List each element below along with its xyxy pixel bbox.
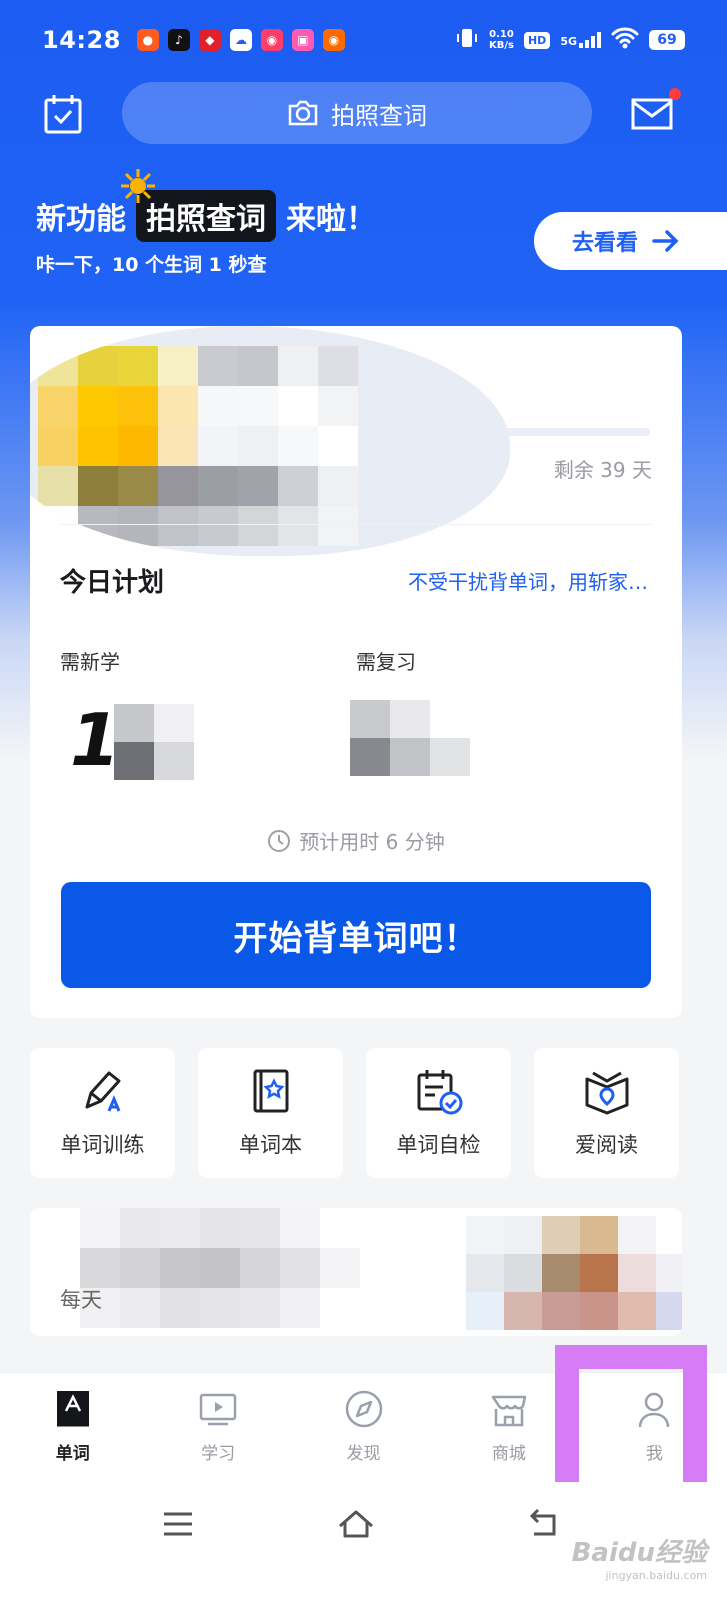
checkin-calendar-button[interactable] bbox=[42, 92, 86, 136]
bottom-navigation: 单词 学习 发现 商城 我 bbox=[0, 1372, 727, 1482]
card-divider bbox=[60, 524, 652, 525]
sparkle-icon bbox=[121, 169, 155, 203]
review-words-blur bbox=[350, 700, 470, 776]
unread-dot bbox=[669, 88, 681, 100]
vibrate-icon bbox=[455, 26, 479, 54]
status-bar: 14:28 ● ♪ ◆ ☁ ◉ ▣ ◉ 0.10 KB/s HD 5G 69 bbox=[0, 0, 727, 80]
study-plan-card: 剩余 39 天 今日计划 不受干扰背单词，用斩家… 需新学 需复习 1 预计用时… bbox=[30, 326, 682, 1018]
nav-words[interactable]: 单词 bbox=[0, 1373, 145, 1482]
play-screen-icon bbox=[199, 1393, 237, 1426]
review-words-label: 需复习 bbox=[356, 650, 416, 674]
menu-icon[interactable] bbox=[158, 1504, 198, 1544]
photo-lookup-button[interactable]: 拍照查词 bbox=[122, 82, 592, 144]
promo-banner[interactable]: 新功能 拍照查词 来啦！ 咔一下，10 个生词 1 秒查 去看看 bbox=[36, 169, 727, 290]
promo-card[interactable]: 每天 bbox=[30, 1208, 682, 1336]
tiktok-notification-icon: ♪ bbox=[167, 29, 190, 51]
photo-lookup-label: 拍照查词 bbox=[331, 101, 427, 130]
nav-me[interactable]: 我 bbox=[582, 1373, 727, 1482]
new-words-label: 需新学 bbox=[60, 650, 120, 674]
baidu-watermark: Baidu经验 jingyan.baidu.com bbox=[571, 1538, 707, 1582]
feature-love-reading[interactable]: 爱阅读 bbox=[534, 1048, 679, 1178]
star-book-icon bbox=[253, 1069, 288, 1113]
estimated-time: 预计用时 6 分钟 bbox=[30, 826, 682, 855]
calendar-check-icon bbox=[44, 95, 82, 134]
app-notification-icon: ● bbox=[136, 29, 159, 51]
app-notification-icon: ▣ bbox=[291, 29, 314, 51]
net-speed: 0.10 KB/s bbox=[488, 29, 514, 51]
new-words-count: 1 bbox=[70, 698, 121, 782]
blurred-book-info bbox=[30, 326, 510, 556]
clock-icon bbox=[268, 829, 291, 852]
pencil-a-icon bbox=[85, 1071, 120, 1112]
promo-suffix: 来啦！ bbox=[286, 202, 376, 237]
system-navigation-bar: Baidu经验 jingyan.baidu.com bbox=[0, 1482, 727, 1600]
status-time: 14:28 bbox=[42, 26, 121, 54]
go-see-button[interactable]: 去看看 bbox=[534, 212, 727, 270]
promo-prefix: 新功能 bbox=[36, 202, 126, 237]
store-icon bbox=[491, 1395, 527, 1427]
app-notification-icon: ◉ bbox=[322, 29, 345, 51]
camera-icon bbox=[288, 100, 318, 126]
blurred-promo-image bbox=[466, 1216, 682, 1330]
notification-icons: ● ♪ ◆ ☁ ◉ ▣ ◉ bbox=[136, 29, 345, 51]
ad-link[interactable]: 不受干扰背单词，用斩家… bbox=[408, 566, 648, 595]
calendar-check-icon bbox=[417, 1070, 462, 1115]
nav-discover[interactable]: 发现 bbox=[291, 1373, 436, 1482]
cloud-notification-icon: ☁ bbox=[229, 29, 252, 51]
back-icon[interactable] bbox=[524, 1504, 564, 1544]
battery-indicator: 69 bbox=[649, 30, 685, 50]
feature-grid: 单词训练 单词本 单词自检 爱阅读 bbox=[30, 1048, 682, 1178]
feature-wordbook[interactable]: 单词本 bbox=[198, 1048, 343, 1178]
banner-daily-text: 每天 bbox=[60, 1288, 102, 1312]
letter-a-icon bbox=[56, 1391, 89, 1427]
tmall-notification-icon: ◆ bbox=[198, 29, 221, 51]
nav-store[interactable]: 商城 bbox=[436, 1373, 581, 1482]
mail-icon bbox=[631, 98, 673, 130]
promo-highlight: 拍照查词 bbox=[121, 169, 276, 242]
remaining-days: 剩余 39 天 bbox=[553, 458, 652, 482]
feature-self-check[interactable]: 单词自检 bbox=[366, 1048, 511, 1178]
open-book-icon bbox=[585, 1071, 628, 1115]
home-icon[interactable] bbox=[336, 1504, 376, 1544]
arrow-right-icon bbox=[652, 230, 679, 252]
signal-icon: 5G bbox=[560, 32, 601, 48]
feature-word-training[interactable]: 单词训练 bbox=[30, 1048, 175, 1178]
hd-badge: HD bbox=[523, 31, 551, 49]
person-icon bbox=[639, 1392, 670, 1428]
messages-button[interactable] bbox=[630, 88, 681, 134]
today-plan-title: 今日计划 bbox=[60, 568, 165, 598]
top-header: 拍照查词 bbox=[0, 82, 727, 144]
start-memorizing-button[interactable]: 开始背单词吧！ bbox=[61, 882, 651, 988]
wifi-icon bbox=[611, 27, 639, 53]
new-words-blur bbox=[114, 704, 234, 780]
app-notification-icon: ◉ bbox=[260, 29, 283, 51]
nav-study[interactable]: 学习 bbox=[145, 1373, 290, 1482]
compass-icon bbox=[345, 1390, 382, 1428]
